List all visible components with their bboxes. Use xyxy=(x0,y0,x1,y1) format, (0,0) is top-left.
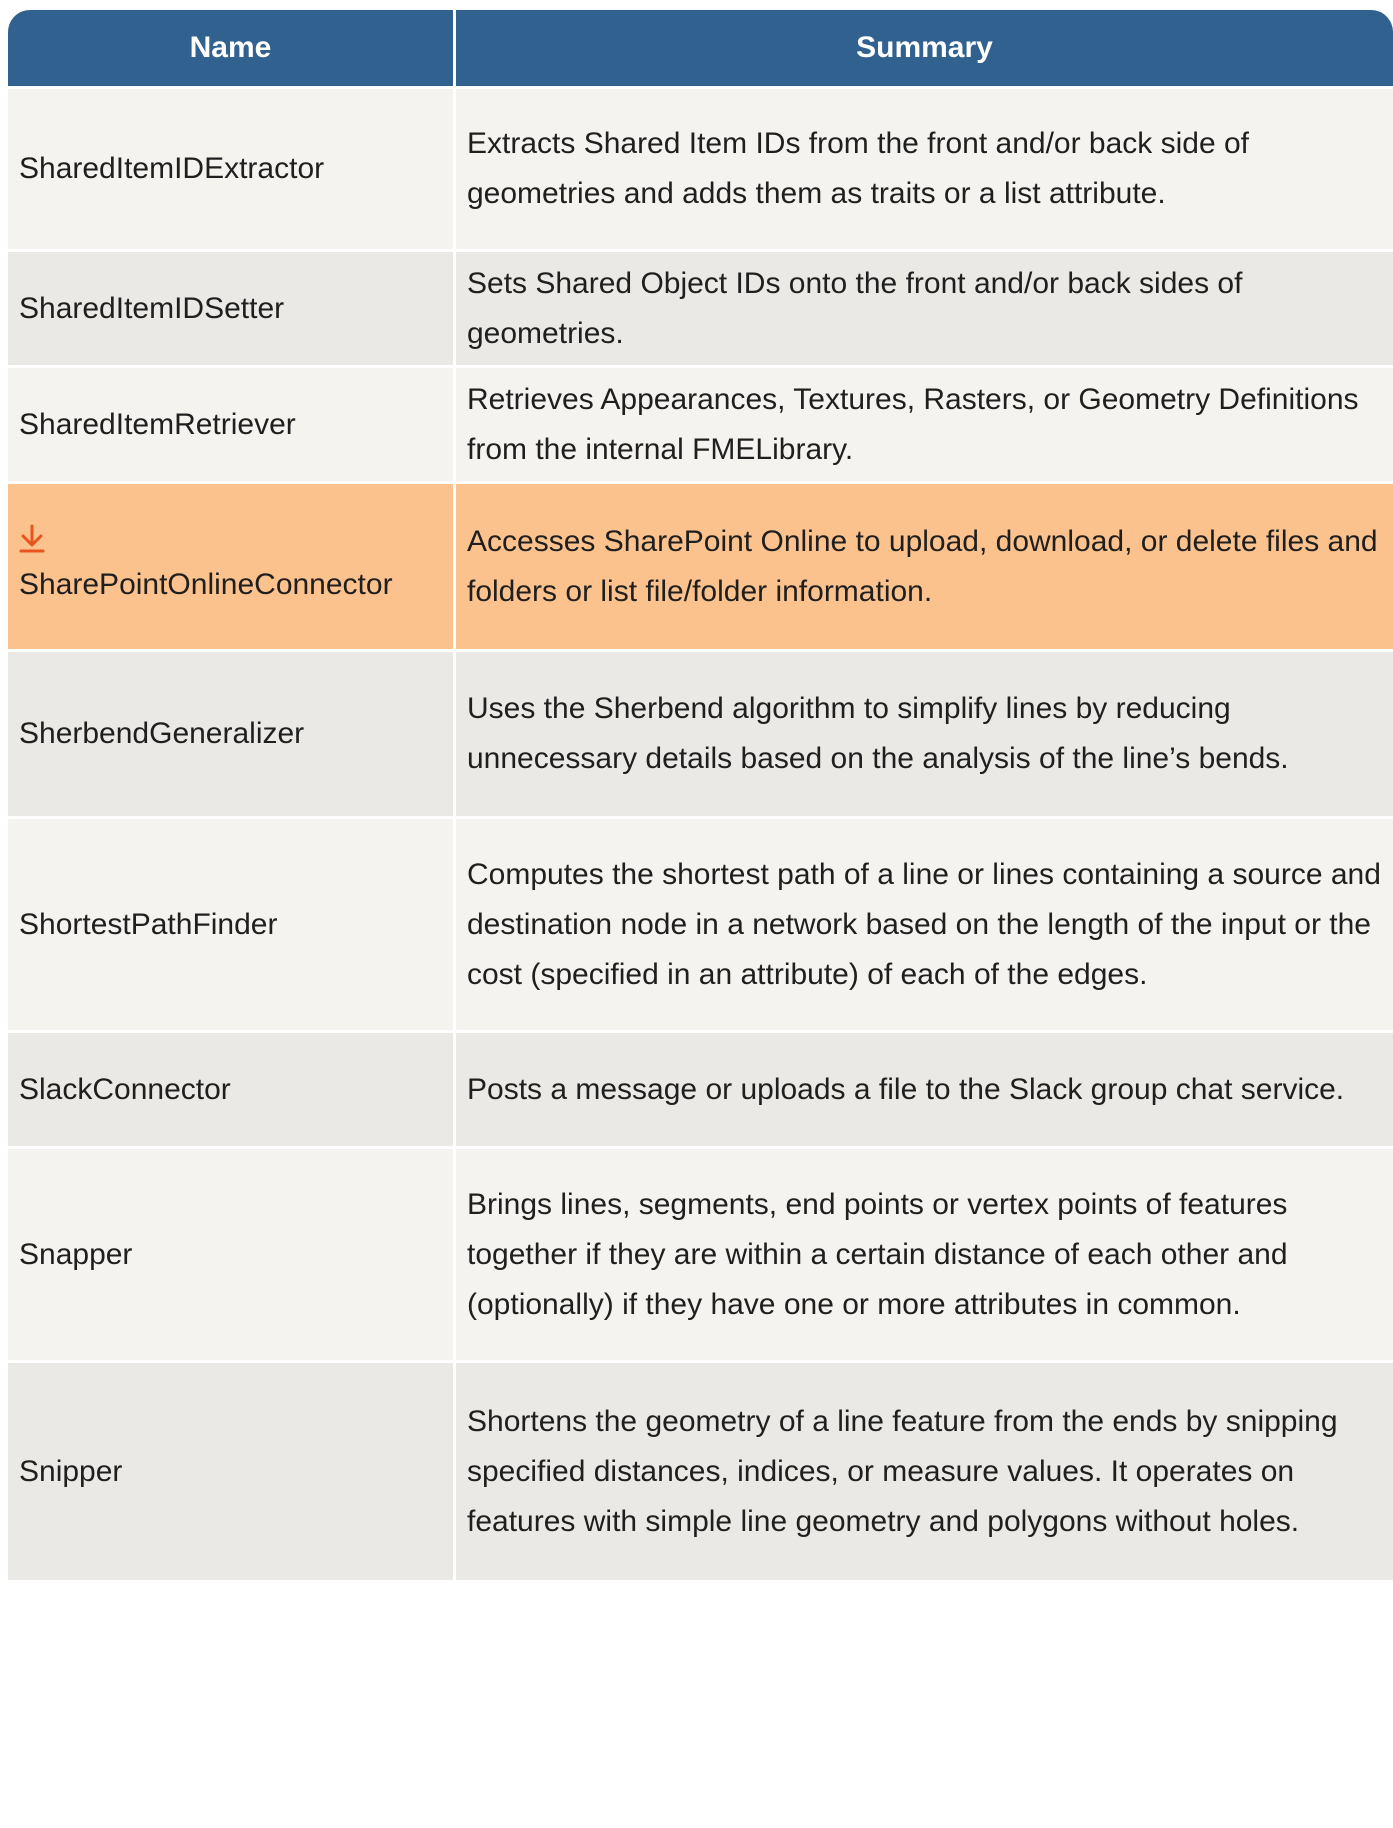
column-header-summary[interactable]: Summary xyxy=(456,10,1393,86)
transformer-summary: Accesses SharePoint Online to upload, do… xyxy=(467,524,1378,608)
table-row: SlackConnector Posts a message or upload… xyxy=(8,1030,1393,1146)
table-row-highlighted: SharePointOnlineConnector Accesses Share… xyxy=(8,481,1393,649)
transformer-name[interactable]: SlackConnector xyxy=(19,1065,231,1115)
transformer-name[interactable]: ShortestPathFinder xyxy=(19,900,277,950)
transformer-summary: Brings lines, segments, end points or ve… xyxy=(467,1187,1288,1321)
table-row: SherbendGeneralizer Uses the Sherbend al… xyxy=(8,649,1393,816)
table-row: SharedItemIDSetter Sets Shared Object ID… xyxy=(8,249,1393,365)
transformer-name-cell[interactable]: ShortestPathFinder xyxy=(8,819,456,1030)
table-row: Snipper Shortens the geometry of a line … xyxy=(8,1360,1393,1580)
table-row: SharedItemIDExtractor Extracts Shared It… xyxy=(8,86,1393,249)
transformer-name[interactable]: Snipper xyxy=(19,1447,122,1497)
transformer-summary: Sets Shared Object IDs onto the front an… xyxy=(467,266,1243,350)
transformer-table: Name Summary SharedItemIDExtractor Extra… xyxy=(8,10,1393,1828)
transformer-summary: Extracts Shared Item IDs from the front … xyxy=(467,127,1250,210)
transformer-name[interactable]: SharedItemIDSetter xyxy=(19,284,284,334)
transformer-name-cell[interactable]: SharedItemRetriever xyxy=(8,368,456,481)
transformer-name[interactable]: SharedItemIDExtractor xyxy=(19,144,324,194)
table-header-row: Name Summary xyxy=(8,10,1393,86)
transformer-name[interactable]: Snapper xyxy=(19,1230,132,1280)
transformer-name-cell[interactable]: Snapper xyxy=(8,1149,456,1360)
transformer-name-cell[interactable]: SlackConnector xyxy=(8,1033,456,1146)
table-row: ShortestPathFinder Computes the shortest… xyxy=(8,816,1393,1030)
column-header-name[interactable]: Name xyxy=(8,10,456,86)
transformer-name[interactable]: SharedItemRetriever xyxy=(19,400,296,450)
table-row: Snapper Brings lines, segments, end poin… xyxy=(8,1146,1393,1360)
download-icon[interactable] xyxy=(19,524,45,554)
transformer-name[interactable]: SharePointOnlineConnector xyxy=(19,560,393,610)
transformer-name-cell[interactable]: SharedItemIDSetter xyxy=(8,252,456,365)
transformer-name-cell[interactable]: SharedItemIDExtractor xyxy=(8,89,456,249)
transformer-name-cell[interactable]: SherbendGeneralizer xyxy=(8,652,456,816)
transformer-summary: Computes the shortest path of a line or … xyxy=(467,857,1381,991)
transformer-name[interactable]: SherbendGeneralizer xyxy=(19,709,304,759)
transformer-name-cell[interactable]: Snipper xyxy=(8,1363,456,1580)
table-row: SharedItemRetriever Retrieves Appearance… xyxy=(8,365,1393,481)
transformer-name-cell[interactable]: SharePointOnlineConnector xyxy=(8,484,456,649)
transformer-summary: Retrieves Appearances, Textures, Rasters… xyxy=(467,382,1359,466)
transformer-summary: Posts a message or uploads a file to the… xyxy=(467,1072,1345,1106)
transformer-summary: Uses the Sherbend algorithm to simplify … xyxy=(467,692,1289,775)
transformer-summary: Shortens the geometry of a line feature … xyxy=(467,1404,1338,1538)
